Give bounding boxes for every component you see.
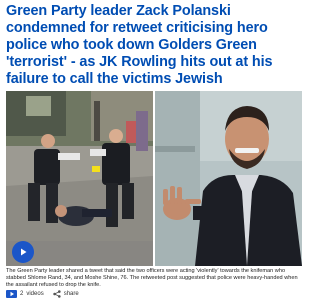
police-arrest-illustration [6,91,153,266]
share-link[interactable]: share [64,291,79,297]
zack-polanski-photo[interactable] [155,91,302,266]
speaker-illustration [155,91,302,266]
share-icon[interactable] [52,289,61,298]
play-video-button[interactable] [12,241,34,263]
article-headline[interactable]: Green Party leader Zack Polanski condemn… [6,3,302,88]
share-glyph [52,289,61,298]
play-icon [21,248,27,256]
videos-label[interactable]: videos [26,291,43,297]
video-play-glyph [10,291,14,296]
video-icon[interactable] [6,289,17,298]
police-arrest-photo[interactable] [6,91,153,266]
article-meta: 2 videos share [6,289,79,298]
media-row [6,91,302,266]
videos-count[interactable]: 2 [20,291,23,297]
photo-caption: The Green Party leader shared a tweet th… [6,268,298,288]
